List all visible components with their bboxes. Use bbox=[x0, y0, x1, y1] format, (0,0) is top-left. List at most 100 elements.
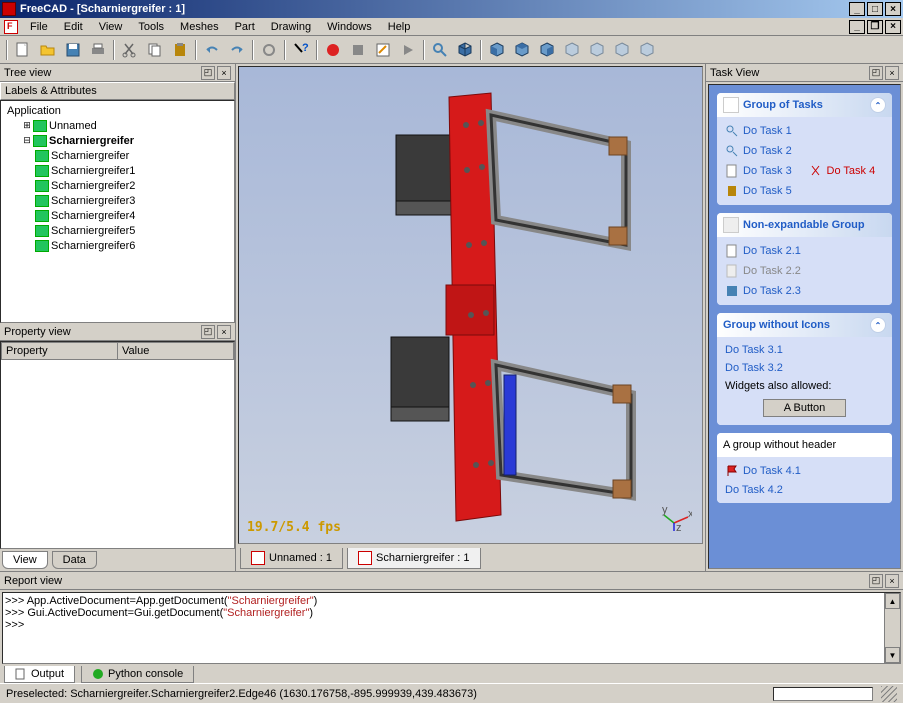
tree-undock-button[interactable]: ◰ bbox=[201, 66, 215, 80]
tree-item[interactable]: Scharniergreifer bbox=[3, 148, 232, 163]
close-button[interactable]: × bbox=[885, 2, 901, 16]
new-button[interactable] bbox=[11, 38, 35, 62]
menu-tools[interactable]: Tools bbox=[130, 19, 172, 35]
tab-output[interactable]: Output bbox=[4, 666, 75, 683]
view-iso-button[interactable] bbox=[453, 38, 477, 62]
minimize-button[interactable]: _ bbox=[849, 2, 865, 16]
task-item[interactable]: Do Task 4.1 bbox=[721, 461, 888, 481]
tree-item[interactable]: Scharniergreifer6 bbox=[3, 238, 232, 253]
view-axo-button[interactable] bbox=[635, 38, 659, 62]
whatsthis-button[interactable]: ? bbox=[289, 38, 313, 62]
svg-text:y: y bbox=[662, 504, 668, 516]
print-button[interactable] bbox=[86, 38, 110, 62]
menu-meshes[interactable]: Meshes bbox=[172, 19, 227, 35]
a-button[interactable]: A Button bbox=[763, 399, 847, 417]
task-undock-button[interactable]: ◰ bbox=[869, 66, 883, 80]
menu-file[interactable]: File bbox=[22, 19, 56, 35]
tree-active-doc[interactable]: ⊟Scharniergreifer bbox=[3, 133, 232, 148]
3d-viewport[interactable]: 19.7/5.4 fps x y z bbox=[238, 66, 703, 544]
prop-close-button[interactable]: × bbox=[217, 325, 231, 339]
tab-view[interactable]: View bbox=[2, 551, 48, 569]
stop-button[interactable] bbox=[346, 38, 370, 62]
menu-drawing[interactable]: Drawing bbox=[263, 19, 319, 35]
scroll-down-button[interactable]: ▼ bbox=[885, 647, 900, 663]
report-close-button[interactable]: × bbox=[885, 574, 899, 588]
view-bottom-button[interactable] bbox=[585, 38, 609, 62]
tree-item[interactable]: Scharniergreifer1 bbox=[3, 163, 232, 178]
tree-item[interactable]: Scharniergreifer2 bbox=[3, 178, 232, 193]
edit-button[interactable] bbox=[371, 38, 395, 62]
view-top-button[interactable] bbox=[510, 38, 534, 62]
tree-application[interactable]: Application bbox=[3, 103, 232, 118]
view-left-button[interactable] bbox=[610, 38, 634, 62]
collapse-icon[interactable]: ⌃ bbox=[870, 317, 886, 333]
scroll-up-button[interactable]: ▲ bbox=[885, 593, 900, 609]
undo-button[interactable] bbox=[200, 38, 224, 62]
mdi-minimize-button[interactable]: _ bbox=[849, 20, 865, 34]
cut-button[interactable] bbox=[118, 38, 142, 62]
tree-item[interactable]: Scharniergreifer4 bbox=[3, 208, 232, 223]
collapse-icon[interactable]: ⌃ bbox=[870, 97, 886, 113]
menu-view[interactable]: View bbox=[91, 19, 131, 35]
open-button[interactable] bbox=[36, 38, 60, 62]
task-item[interactable]: Do Task 4.2 bbox=[721, 481, 888, 499]
page-icon bbox=[15, 668, 27, 680]
prop-undock-button[interactable]: ◰ bbox=[201, 325, 215, 339]
redo-button[interactable] bbox=[225, 38, 249, 62]
report-undock-button[interactable]: ◰ bbox=[869, 574, 883, 588]
tab-python-console[interactable]: Python console bbox=[81, 666, 194, 683]
part-icon bbox=[35, 180, 49, 192]
report-scrollbar[interactable]: ▲ ▼ bbox=[884, 593, 900, 663]
task-item[interactable]: Do Task 5 bbox=[721, 181, 888, 201]
svg-text:z: z bbox=[676, 522, 682, 533]
mdi-restore-button[interactable]: ❐ bbox=[867, 20, 883, 34]
task-item[interactable]: Do Task 2.1 bbox=[721, 241, 888, 261]
save-button[interactable] bbox=[61, 38, 85, 62]
refresh-button[interactable] bbox=[257, 38, 281, 62]
part-icon bbox=[35, 225, 49, 237]
task-group-2-header[interactable]: Non-expandable Group bbox=[717, 213, 892, 237]
model-render bbox=[291, 85, 651, 525]
menu-bar: File Edit View Tools Meshes Part Drawing… bbox=[0, 18, 903, 36]
task-close-button[interactable]: × bbox=[885, 66, 899, 80]
task-item[interactable]: Do Task 2 bbox=[721, 141, 888, 161]
status-text: Preselected: Scharniergreifer.Scharnierg… bbox=[6, 688, 773, 700]
tree-item[interactable]: Scharniergreifer5 bbox=[3, 223, 232, 238]
task-item[interactable]: Do Task 3 bbox=[721, 161, 805, 181]
menu-edit[interactable]: Edit bbox=[56, 19, 91, 35]
resize-grip[interactable] bbox=[881, 686, 897, 702]
play-button[interactable] bbox=[396, 38, 420, 62]
paste-button[interactable] bbox=[168, 38, 192, 62]
menu-part[interactable]: Part bbox=[227, 19, 263, 35]
doc-tab-unnamed[interactable]: Unnamed : 1 bbox=[240, 548, 343, 569]
view-right-button[interactable] bbox=[535, 38, 559, 62]
mdi-close-button[interactable]: × bbox=[885, 20, 901, 34]
report-output[interactable]: >>> App.ActiveDocument=App.getDocument("… bbox=[2, 592, 901, 664]
menu-help[interactable]: Help bbox=[380, 19, 419, 35]
task-item-disabled: Do Task 2.2 bbox=[721, 261, 888, 281]
view-front-button[interactable] bbox=[485, 38, 509, 62]
view-rear-button[interactable] bbox=[560, 38, 584, 62]
task-item[interactable]: Do Task 3.1 bbox=[721, 341, 888, 359]
task-group-3-header[interactable]: Group without Icons ⌃ bbox=[717, 313, 892, 337]
tree-close-button[interactable]: × bbox=[217, 66, 231, 80]
main-toolbar: ? bbox=[0, 36, 903, 64]
page-icon bbox=[725, 164, 739, 178]
maximize-button[interactable]: □ bbox=[867, 2, 883, 16]
tree-view[interactable]: Application ⊞Unnamed ⊟Scharniergreifer S… bbox=[0, 100, 235, 323]
copy-button[interactable] bbox=[143, 38, 167, 62]
task-item[interactable]: Do Task 4 bbox=[805, 161, 889, 181]
tree-unnamed-doc[interactable]: ⊞Unnamed bbox=[3, 118, 232, 133]
task-item[interactable]: Do Task 1 bbox=[721, 121, 888, 141]
task-group-1-header[interactable]: Group of Tasks ⌃ bbox=[717, 93, 892, 117]
task-item[interactable]: Do Task 3.2 bbox=[721, 359, 888, 377]
property-table[interactable]: PropertyValue bbox=[0, 341, 235, 549]
menu-windows[interactable]: Windows bbox=[319, 19, 380, 35]
doc-tab-scharniergreifer[interactable]: Scharniergreifer : 1 bbox=[347, 548, 481, 569]
tree-item[interactable]: Scharniergreifer3 bbox=[3, 193, 232, 208]
zoom-fit-button[interactable] bbox=[428, 38, 452, 62]
tab-data[interactable]: Data bbox=[52, 551, 97, 569]
task-item[interactable]: Do Task 2.3 bbox=[721, 281, 888, 301]
record-button[interactable] bbox=[321, 38, 345, 62]
cut-icon bbox=[809, 164, 823, 178]
